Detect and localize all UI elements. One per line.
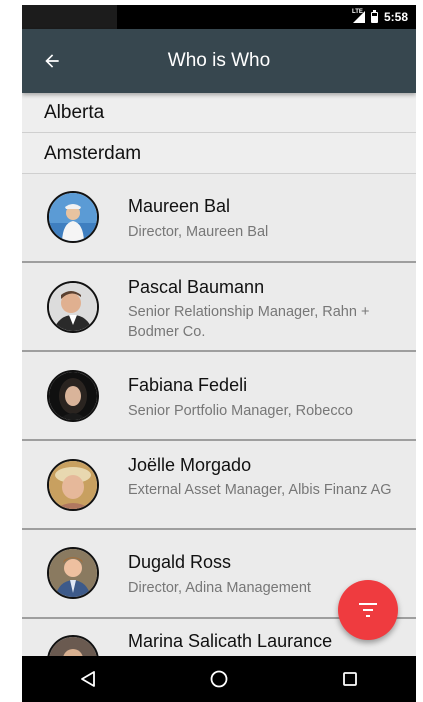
nav-home-button[interactable] — [189, 656, 249, 702]
nav-back-button[interactable] — [58, 656, 118, 702]
person-name: Fabiana Fedeli — [128, 375, 248, 395]
avatar — [47, 635, 99, 656]
person-name: Maureen Bal — [128, 196, 231, 216]
nav-home-icon — [210, 670, 228, 688]
person-row[interactable]: Fabiana Fedeli Senior Portfolio Manager,… — [22, 352, 416, 441]
person-role: External Asset Manager, Albis Finanz AG — [128, 482, 392, 498]
nav-recents-icon — [343, 672, 358, 686]
system-nav-bar — [22, 656, 416, 702]
avatar — [47, 459, 99, 511]
nav-back-icon — [80, 671, 95, 687]
app-bar: Who is Who — [22, 29, 416, 93]
status-time: 5:58 — [383, 10, 408, 24]
nav-recents-button[interactable] — [320, 656, 380, 702]
avatar — [47, 547, 99, 599]
avatar — [47, 281, 99, 333]
person-name: Dugald Ross — [128, 552, 232, 572]
filter-button[interactable] — [338, 580, 398, 640]
person-role: Senior Portfolio Manager, Robecco — [128, 403, 353, 419]
section-header-amsterdam[interactable]: Amsterdam — [22, 133, 416, 174]
avatar — [47, 370, 99, 422]
person-role: Director, Maureen Bal — [128, 224, 269, 240]
status-bar: LTE 5:58 — [22, 5, 416, 29]
person-row[interactable]: Joëlle Morgado External Asset Manager, A… — [22, 441, 416, 530]
status-notification-area — [22, 5, 117, 29]
device-screen: LTE 5:58 Who is Who Alberta Amsterdam Ma… — [22, 5, 416, 702]
person-name: Marina Salicath Laurance — [128, 631, 333, 651]
people-list[interactable]: Alberta Amsterdam Maureen Bal Director, … — [22, 93, 416, 656]
person-name: Pascal Baumann — [128, 277, 265, 297]
section-header-alberta[interactable]: Alberta — [22, 93, 416, 133]
page-title: Who is Who — [167, 50, 271, 71]
network-type-label: LTE — [351, 9, 363, 15]
person-name: Joëlle Morgado — [128, 455, 252, 475]
battery-icon — [370, 9, 378, 23]
signal-icon: LTE — [351, 9, 365, 23]
status-icons: LTE 5:58 — [351, 5, 408, 29]
avatar — [47, 191, 99, 243]
person-row[interactable]: Pascal Baumann Senior Relationship Manag… — [22, 263, 416, 352]
person-role: Senior Relationship Manager, Rahn + Bodm… — [128, 304, 370, 340]
person-row[interactable]: Maureen Bal Director, Maureen Bal — [22, 174, 416, 263]
filter-icon — [359, 603, 377, 617]
